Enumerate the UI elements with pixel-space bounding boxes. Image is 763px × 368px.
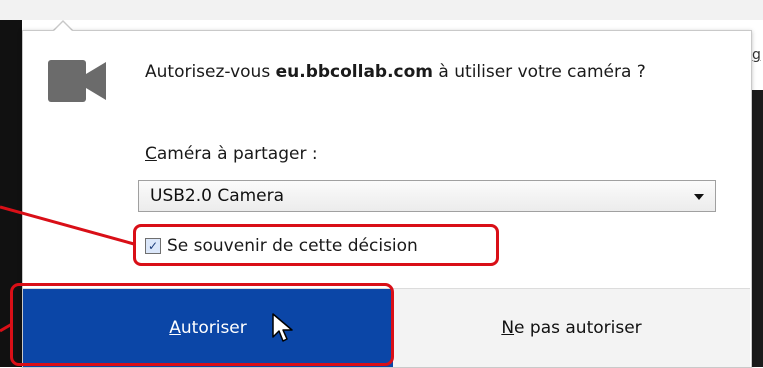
callout-line-remember bbox=[0, 205, 135, 246]
callout-lines bbox=[0, 205, 135, 333]
callout-line-allow bbox=[0, 322, 13, 333]
